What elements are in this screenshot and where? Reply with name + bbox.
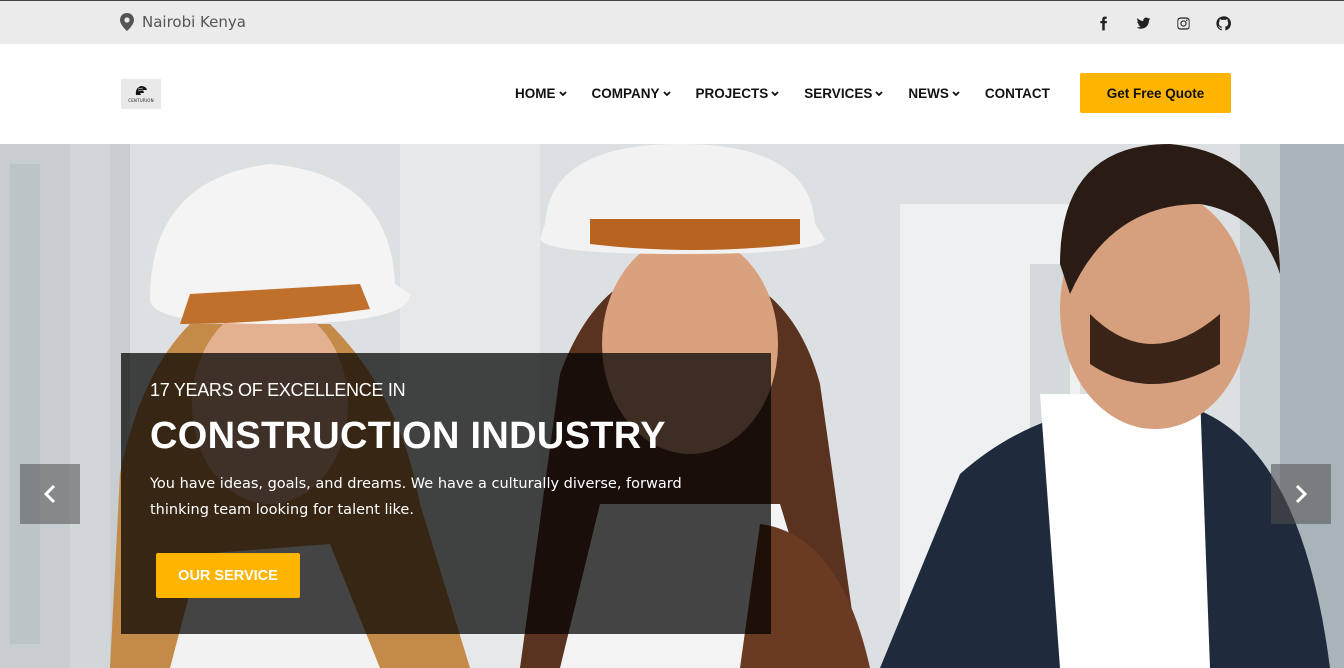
hero-slider: 17 YEARS OF EXCELLENCE IN CONSTRUCTION I… [0,144,1344,668]
nav-label: COMPANY [591,86,660,101]
nav-projects[interactable]: PROJECTS [696,86,780,101]
map-pin-icon [120,13,134,31]
nav-services[interactable]: SERVICES [804,86,883,101]
main-header: CENTURION HOME COMPANY PROJECTS SERVICES… [0,44,1344,144]
hero-description: You have ideas, goals, and dreams. We ha… [150,476,682,518]
nav-news[interactable]: NEWS [908,86,960,101]
logo-helmet-icon [135,86,147,95]
chevron-down-icon [771,90,779,96]
logo-text: CENTURION [128,98,154,103]
hero-caption: 17 YEARS OF EXCELLENCE IN CONSTRUCTION I… [121,353,771,634]
slider-next-button[interactable] [1271,464,1331,524]
chevron-left-icon [43,484,56,504]
nav-contact[interactable]: CONTACT [985,86,1050,101]
nav-label: HOME [515,86,556,101]
location-text: Nairobi Kenya [142,13,246,31]
instagram-icon[interactable] [1174,14,1192,32]
chevron-down-icon [952,90,960,96]
hero-kicker: 17 YEARS OF EXCELLENCE IN [150,380,406,400]
facebook-icon[interactable] [1094,14,1112,32]
our-service-button[interactable]: OUR SERVICE [156,553,300,598]
get-free-quote-button[interactable]: Get Free Quote [1080,73,1231,113]
chevron-down-icon [558,90,567,96]
nav-label: NEWS [908,86,949,101]
chevron-down-icon [875,90,883,96]
company-logo[interactable]: CENTURION [121,79,161,109]
main-nav: HOME COMPANY PROJECTS SERVICES NEWS CONT… [515,86,1050,101]
nav-label: CONTACT [984,86,1050,101]
location: Nairobi Kenya [120,13,246,31]
github-icon[interactable] [1214,14,1232,32]
nav-company[interactable]: COMPANY [592,86,671,101]
chevron-right-icon [1295,484,1308,504]
social-links [1094,14,1232,32]
chevron-down-icon [662,90,671,96]
slider-prev-button[interactable] [20,464,80,524]
hero-headline: CONSTRUCTION INDUSTRY [150,415,666,457]
twitter-icon[interactable] [1134,14,1152,32]
nav-home[interactable]: HOME [515,86,567,101]
nav-label: PROJECTS [695,86,769,101]
nav-label: SERVICES [804,86,873,101]
top-bar: Nairobi Kenya [0,0,1344,44]
